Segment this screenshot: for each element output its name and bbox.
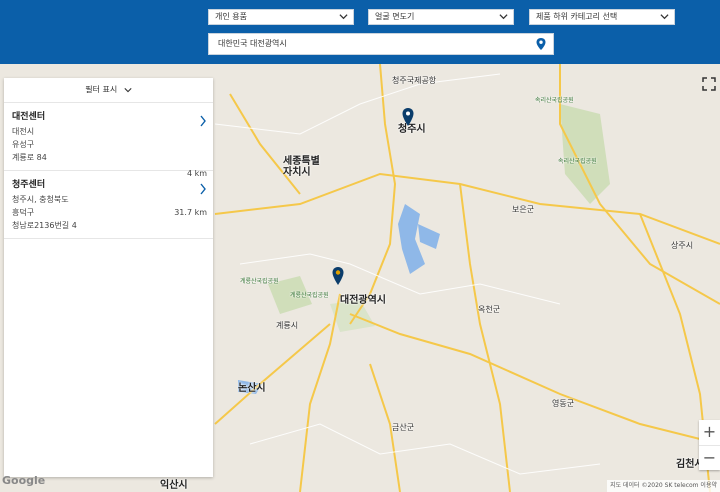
filter-label: 필터 표시 [85, 85, 118, 94]
map-label-gyeryongsan: 계룡산국립공원 [240, 278, 279, 285]
map-marker-daejeon[interactable] [332, 267, 344, 285]
chevron-down-icon [499, 14, 508, 20]
map-label-iksan: 익산시 [160, 480, 188, 491]
chevron-right-icon[interactable] [199, 183, 207, 195]
location-input[interactable]: 대한민국 대전광역시 [208, 33, 554, 55]
result-address-line: 대전시 [12, 127, 35, 136]
fullscreen-icon[interactable] [702, 77, 716, 91]
category-select[interactable]: 개인 용품 [208, 9, 354, 25]
location-value: 대한민국 대전광역시 [218, 39, 287, 48]
map-attribution[interactable]: 지도 데이터 ©2020 SK telecom 이용약 [607, 480, 720, 492]
map-label-daejeon: 대전광역시 [340, 295, 386, 306]
subcategory-select-value: 제품 하위 카테고리 선택 [536, 12, 618, 21]
chevron-down-icon [124, 87, 132, 92]
map-label-gyeryong: 계룡시 [276, 321, 299, 330]
product-select-value: 얼굴 면도기 [375, 12, 415, 21]
result-address-line: 유성구 [12, 140, 35, 149]
map-label-okcheon: 옥천군 [478, 305, 501, 314]
chevron-right-icon[interactable] [199, 115, 207, 127]
map-label-gyeryongsan-2: 계룡산국립공원 [290, 292, 329, 299]
chevron-down-icon [660, 14, 669, 20]
subcategory-select[interactable]: 제품 하위 카테고리 선택 [529, 9, 675, 25]
result-address-line: 청남로2136번길 4 [12, 221, 77, 230]
map-label-cheongju-airport: 청주국제공항 [392, 76, 437, 85]
map-label-boeun: 보은군 [512, 205, 535, 214]
map-label-sejong: 세종특별자치시 [283, 156, 320, 178]
product-select[interactable]: 얼굴 면도기 [368, 9, 514, 25]
map-label-geumsan: 금산군 [392, 423, 415, 432]
result-name: 대전센터 [12, 112, 46, 122]
map-label-nonsan: 논산시 [238, 383, 266, 394]
google-logo: Google [2, 474, 46, 487]
chevron-down-icon [339, 14, 348, 20]
zoom-in-button[interactable]: + [699, 420, 720, 446]
filter-toggle[interactable]: 필터 표시 [4, 78, 213, 103]
result-address-line: 계룡로 84 [12, 153, 47, 162]
map-marker-cheongju[interactable] [402, 108, 414, 126]
map-label-sangju: 상주시 [671, 241, 694, 250]
zoom-controls: + − [699, 420, 720, 470]
map-label-songnisan: 속리산국립공원 [535, 97, 574, 104]
results-panel: 필터 표시 대전센터 대전시 유성구 계룡로 84 4 km 청주센터 청주시,… [4, 78, 213, 477]
result-name: 청주센터 [12, 180, 46, 190]
location-pin-icon[interactable] [535, 37, 547, 51]
result-item-daejeon[interactable]: 대전센터 대전시 유성구 계룡로 84 4 km [4, 103, 213, 178]
result-item-cheongju[interactable]: 청주센터 청주시, 충청북도 흥덕구 청남로2136번길 4 31.7 km [4, 171, 213, 239]
result-distance: 31.7 km [174, 208, 207, 217]
category-select-value: 개인 용품 [215, 12, 247, 21]
map-label-yeongdong: 영동군 [552, 399, 575, 408]
header-bar: 개인 용품 얼굴 면도기 제품 하위 카테고리 선택 대한민국 대전광역시 [0, 0, 720, 64]
result-address-line: 청주시, 충청북도 [12, 195, 69, 204]
zoom-out-button[interactable]: − [699, 446, 720, 471]
map-label-songnisan-2: 속리산국립공원 [558, 158, 597, 165]
